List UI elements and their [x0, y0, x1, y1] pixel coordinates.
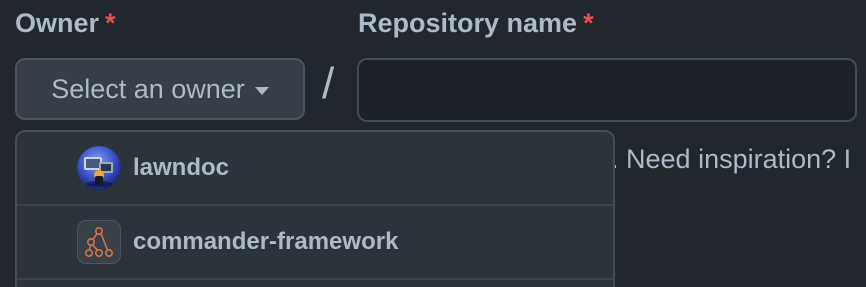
owner-dropdown-menu: lawndoc commander-framework — [15, 130, 615, 287]
repository-name-label-text: Repository name — [358, 8, 578, 38]
owner-required-marker: * — [105, 8, 116, 38]
create-repository-form: Owner * Repository name * Select an owner … — [0, 0, 866, 287]
owner-repo-separator: / — [322, 59, 335, 108]
repository-name-input[interactable] — [357, 58, 857, 122]
owner-label-text: Owner — [15, 8, 100, 38]
caret-down-icon — [254, 86, 269, 95]
repository-name-label: Repository name * — [358, 8, 594, 39]
owner-option-label: commander-framework — [133, 228, 399, 255]
owner-option-commander-framework[interactable]: commander-framework — [17, 206, 613, 280]
lawndoc-avatar-icon — [77, 146, 121, 190]
owner-option-lawndoc[interactable]: lawndoc — [17, 132, 613, 206]
owner-option-label: lawndoc — [133, 154, 230, 181]
commander-framework-avatar-icon — [77, 220, 121, 264]
repository-name-helper-text: e. Need inspiration? I — [596, 144, 852, 174]
owner-label: Owner * — [15, 8, 116, 39]
repository-name-required-marker: * — [583, 8, 594, 38]
select-owner-button-label: Select an owner — [51, 73, 245, 104]
select-owner-button[interactable]: Select an owner — [15, 58, 305, 120]
